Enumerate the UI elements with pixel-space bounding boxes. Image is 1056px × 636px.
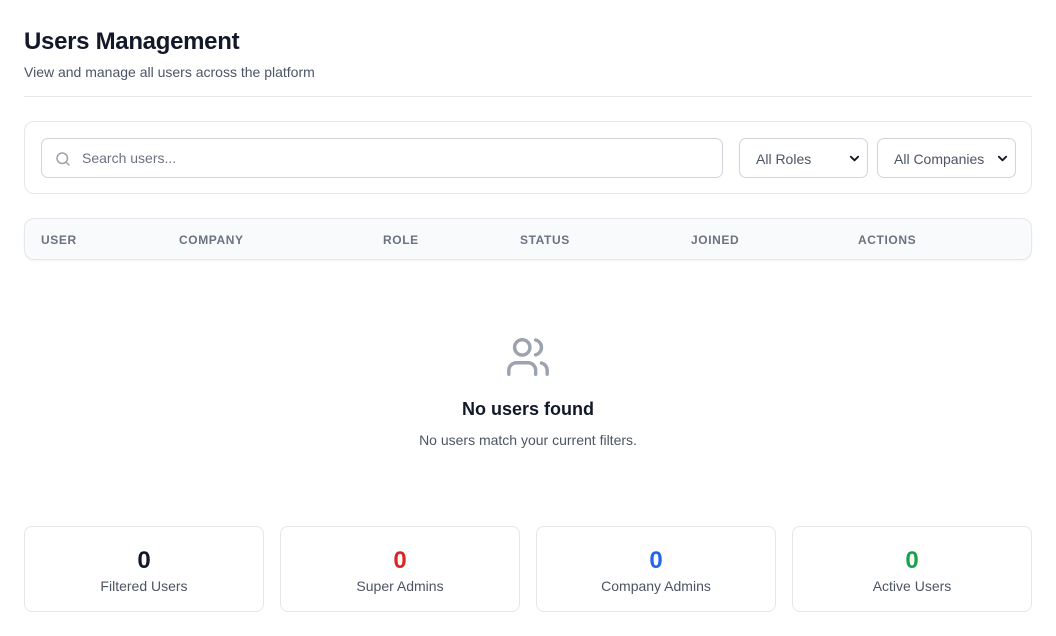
stat-label: Company Admins [601, 578, 711, 594]
column-header-user[interactable]: USER [41, 233, 77, 247]
stat-card-active-users: 0 Active Users [792, 526, 1032, 612]
stat-card-company-admins: 0 Company Admins [536, 526, 776, 612]
empty-state: No users found No users match your curre… [24, 334, 1032, 449]
empty-state-title: No users found [461, 399, 594, 419]
header-divider [24, 96, 1032, 97]
stat-value: 0 [137, 547, 151, 574]
column-header-status[interactable]: STATUS [520, 233, 570, 247]
search-box[interactable] [41, 138, 723, 178]
company-filter-select[interactable]: All Companies [877, 138, 1016, 178]
users-management-page: Users Management View and manage all use… [0, 0, 1056, 636]
column-header-company[interactable]: COMPANY [179, 233, 244, 247]
filter-bar: All Roles All Companies [24, 121, 1032, 194]
role-filter-select[interactable]: All Roles [739, 138, 868, 178]
stat-label: Super Admins [356, 578, 444, 594]
page-title: Users Management [24, 28, 240, 55]
stat-label: Filtered Users [100, 578, 188, 594]
column-header-actions: ACTIONS [858, 233, 917, 247]
page-header: Users Management View and manage all use… [24, 28, 1032, 81]
column-header-role[interactable]: ROLE [383, 233, 419, 247]
stat-label: Active Users [872, 578, 952, 594]
stat-card-super-admins: 0 Super Admins [280, 526, 520, 612]
search-input[interactable] [82, 140, 712, 176]
role-filter-value: All Roles [756, 151, 812, 167]
search-icon [56, 152, 70, 166]
users-icon [507, 338, 549, 376]
chevron-down-icon [849, 155, 860, 162]
column-header-joined[interactable]: JOINED [691, 233, 739, 247]
stat-value: 0 [649, 547, 663, 574]
company-filter-value: All Companies [894, 151, 985, 167]
empty-state-message: No users match your current filters. [419, 432, 637, 448]
stat-value: 0 [393, 547, 407, 574]
users-table-header: USER COMPANY ROLE STATUS JOINED ACTIONS [24, 218, 1032, 260]
page-subtitle: View and manage all users across the pla… [24, 64, 315, 80]
stat-value: 0 [905, 547, 919, 574]
stat-card-filtered-users: 0 Filtered Users [24, 526, 264, 612]
chevron-down-icon [997, 155, 1008, 162]
